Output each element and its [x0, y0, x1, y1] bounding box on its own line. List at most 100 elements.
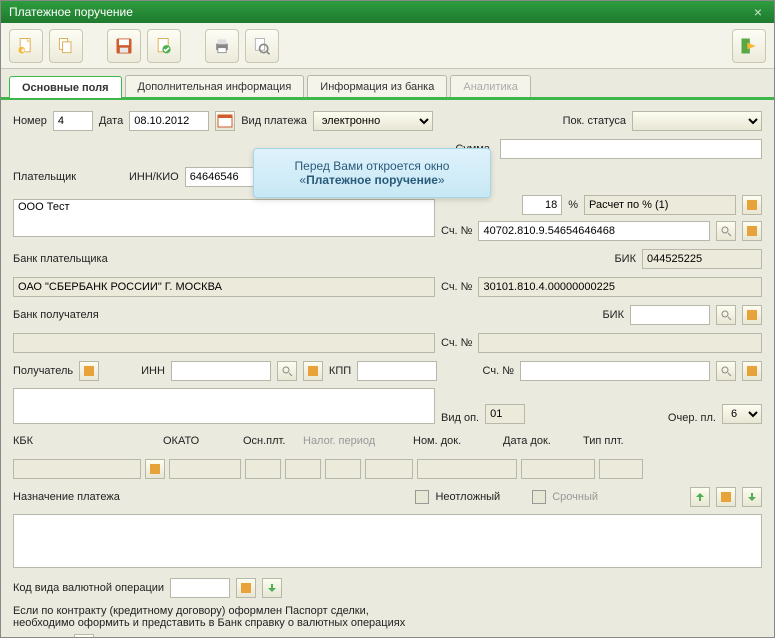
book-icon	[240, 582, 252, 594]
number-input[interactable]	[53, 111, 93, 131]
tab-bank-info[interactable]: Информация из банка	[307, 75, 447, 97]
tab-main[interactable]: Основные поля	[9, 76, 122, 98]
calendar-icon	[217, 113, 233, 129]
payee-label: Получатель	[13, 365, 73, 377]
calendar-button[interactable]	[215, 111, 235, 131]
urgent-checkbox[interactable]	[415, 490, 429, 504]
hint-line2: «Платежное поручение»	[268, 173, 476, 187]
payee-inn-search-button[interactable]	[277, 361, 297, 381]
exit-button[interactable]	[732, 29, 766, 63]
payer-name-input[interactable]	[13, 199, 435, 237]
hint-tooltip: Перед Вами откроется окно «Платежное пор…	[253, 148, 491, 198]
payee-bik-search-button[interactable]	[716, 305, 736, 325]
new-doc-icon: ★	[16, 36, 36, 56]
purpose-book-button[interactable]	[716, 487, 736, 507]
payer-acct-book-button[interactable]	[742, 221, 762, 241]
book-icon	[746, 365, 758, 377]
sum-input[interactable]	[500, 139, 762, 159]
kbk-book-button[interactable]	[145, 459, 165, 479]
print-icon	[212, 36, 232, 56]
book-icon	[720, 491, 732, 503]
payee-bank-acct-input	[478, 333, 762, 353]
payee-acct2-label: Сч. №	[483, 365, 514, 377]
purpose-export-button[interactable]	[742, 487, 762, 507]
fast-checkbox[interactable]	[532, 490, 546, 504]
currency-op-label: Код вида валютной операции	[13, 582, 164, 594]
search-icon	[720, 225, 732, 237]
nalog1-input[interactable]	[285, 459, 321, 479]
currency-note1: Если по контракту (кредитному договору) …	[13, 605, 762, 617]
currency-note2: необходимо оформить и представить в Банк…	[13, 617, 762, 629]
preview-button[interactable]	[245, 29, 279, 63]
close-icon[interactable]: ×	[750, 4, 766, 20]
print-button[interactable]	[205, 29, 239, 63]
new-doc-button[interactable]: ★	[9, 29, 43, 63]
payee-book-button[interactable]	[79, 361, 99, 381]
datadok-label: Дата док.	[503, 435, 583, 447]
search-icon	[720, 365, 732, 377]
payee-kpp-label: КПП	[329, 365, 351, 377]
tabs: Основные поля Дополнительная информация …	[1, 69, 774, 100]
date-label: Дата	[99, 115, 123, 127]
payee-acct2-search-button[interactable]	[716, 361, 736, 381]
vidop-label: Вид оп.	[441, 412, 479, 424]
copy-button[interactable]	[49, 29, 83, 63]
nalog-period-label: Налог. период	[303, 435, 413, 447]
book-icon	[307, 365, 319, 377]
payee-bik-book-button[interactable]	[742, 305, 762, 325]
payee-name-input[interactable]	[13, 388, 435, 424]
payment-order-window: Платежное поручение × ★ Основные поля	[0, 0, 775, 638]
payee-bik-input[interactable]	[630, 305, 710, 325]
osn-input[interactable]	[245, 459, 281, 479]
kbk-input[interactable]	[13, 459, 141, 479]
currency-export-button[interactable]	[262, 578, 282, 598]
payee-inn-input[interactable]	[171, 361, 271, 381]
form-body: Номер Дата Вид платежа электронно Пок. с…	[1, 100, 774, 637]
tipplt-input[interactable]	[599, 459, 643, 479]
paytype-select[interactable]: электронно	[313, 111, 433, 131]
purpose-input[interactable]	[13, 514, 762, 568]
nalog3-input[interactable]	[365, 459, 413, 479]
vidop-input	[485, 404, 525, 424]
export-icon	[746, 491, 758, 503]
tab-analytics[interactable]: Аналитика	[450, 75, 530, 97]
calc-lookup-button[interactable]	[742, 195, 762, 215]
import-icon	[694, 491, 706, 503]
datadok-input[interactable]	[521, 459, 595, 479]
paytype-label: Вид платежа	[241, 115, 307, 127]
nomdok-input[interactable]	[417, 459, 517, 479]
book-icon	[746, 225, 758, 237]
purpose-import-button[interactable]	[690, 487, 710, 507]
payer-acct-input[interactable]	[478, 221, 710, 241]
payee-kpp-input[interactable]	[357, 361, 437, 381]
export-icon	[266, 582, 278, 594]
kbk-label: КБК	[13, 435, 163, 447]
payee-acct2-book-button[interactable]	[742, 361, 762, 381]
sign-button[interactable]	[147, 29, 181, 63]
payee-acct2-input[interactable]	[520, 361, 710, 381]
payee-bank-input	[13, 333, 435, 353]
payee-inn-book-button[interactable]	[303, 361, 323, 381]
copy-icon	[56, 36, 76, 56]
ocher-select[interactable]: 6	[722, 404, 762, 424]
book-icon	[746, 309, 758, 321]
titlebar: Платежное поручение ×	[1, 1, 774, 23]
payee-bank-acct-label: Сч. №	[441, 337, 472, 349]
payer-bik-input	[642, 249, 762, 269]
tab-extra[interactable]: Дополнительная информация	[125, 75, 305, 97]
fast-label: Срочный	[552, 491, 598, 503]
attach-add-button[interactable]	[74, 634, 94, 637]
currency-op-input[interactable]	[170, 578, 230, 598]
payer-acct-search-button[interactable]	[716, 221, 736, 241]
window-title: Платежное поручение	[9, 5, 133, 19]
payer-label: Плательщик	[13, 171, 123, 183]
status-select[interactable]	[632, 111, 762, 131]
currency-book-button[interactable]	[236, 578, 256, 598]
okato-input[interactable]	[169, 459, 241, 479]
osn-label: Осн.плт.	[243, 435, 303, 447]
save-button[interactable]	[107, 29, 141, 63]
calc-input[interactable]	[584, 195, 736, 215]
nalog2-input[interactable]	[325, 459, 361, 479]
date-input[interactable]	[129, 111, 209, 131]
rate-input[interactable]	[522, 195, 562, 215]
